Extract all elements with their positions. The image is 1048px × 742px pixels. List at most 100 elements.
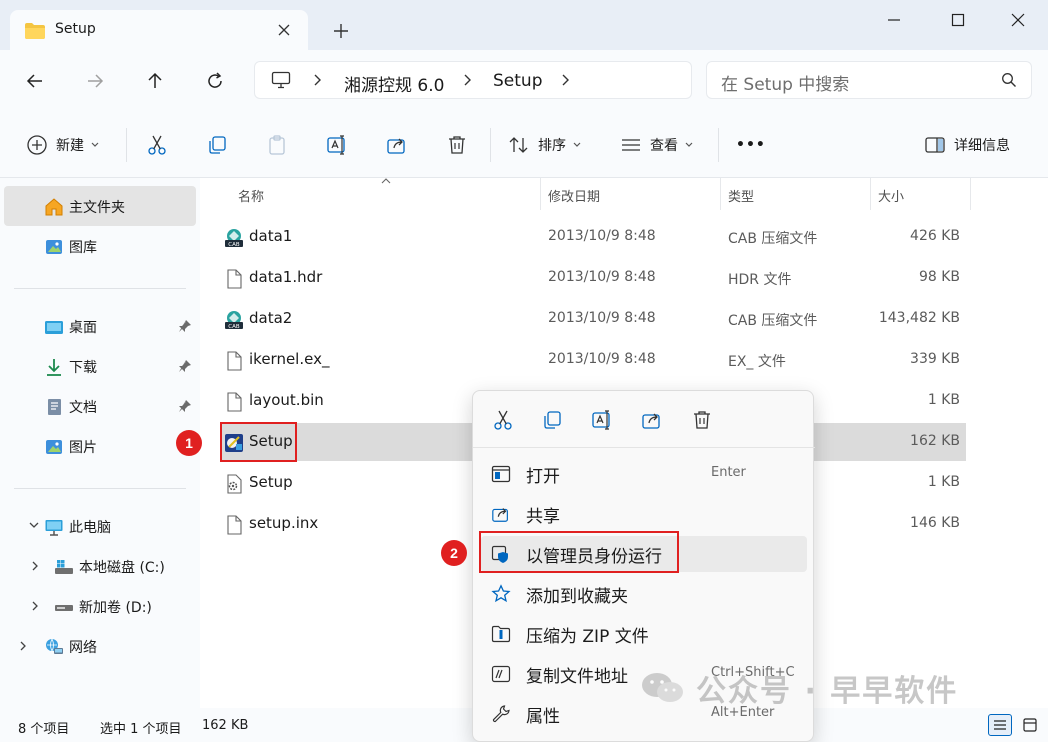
column-header-name[interactable]: 名称 (238, 186, 264, 205)
column-header-modified[interactable]: 修改日期 (548, 186, 600, 205)
menu-item-label: 压缩为 ZIP 文件 (526, 627, 649, 647)
download-icon (47, 359, 61, 376)
file-size: 98 KB (918, 269, 960, 285)
new-button[interactable]: 新建 (26, 132, 100, 158)
title-bar: Setup (0, 0, 1048, 50)
paste-button[interactable] (266, 132, 288, 158)
menu-item-compress-zip[interactable]: 压缩为 ZIP 文件 (481, 616, 807, 652)
menu-item-open[interactable]: 打开 Enter (481, 456, 807, 492)
sidebar-item-drive-c[interactable]: 本地磁盘 (C:) (4, 546, 196, 586)
sidebar-item-network[interactable]: 网络 (4, 626, 196, 666)
refresh-icon[interactable] (202, 68, 228, 94)
details-pane-icon (925, 137, 945, 153)
menu-item-label: 添加到收藏夹 (526, 587, 628, 607)
sidebar-item-label: 主文件夹 (69, 200, 125, 216)
chevron-right-icon[interactable] (461, 73, 473, 87)
delete-button[interactable] (446, 132, 468, 158)
rename-icon[interactable] (587, 405, 617, 435)
view-button[interactable]: 查看 (620, 132, 694, 158)
details-button[interactable]: 详细信息 (924, 132, 1010, 158)
menu-item-label: 共享 (526, 507, 560, 527)
sidebar-item-downloads[interactable]: 下载 (4, 346, 196, 386)
minimize-icon[interactable] (874, 6, 914, 34)
chevron-down-icon (573, 142, 581, 147)
table-row[interactable]: CAB data1 2013/10/9 8:48 CAB 压缩文件 426 KB (220, 218, 966, 256)
close-tab-icon[interactable] (274, 20, 294, 40)
cut-icon[interactable] (488, 405, 518, 435)
copy-icon[interactable] (537, 405, 567, 435)
up-icon[interactable] (142, 68, 168, 94)
sidebar-item-desktop[interactable]: 桌面 (4, 306, 196, 346)
sidebar-item-this-pc[interactable]: 此电脑 (4, 506, 196, 546)
table-row[interactable]: data1.hdr 2013/10/9 8:48 HDR 文件 98 KB (220, 259, 966, 297)
tiles-view-icon[interactable] (1018, 714, 1042, 736)
file-type: CAB 压缩文件 (728, 231, 818, 247)
column-divider[interactable] (540, 178, 541, 210)
new-tab-icon[interactable] (330, 20, 352, 42)
separator (490, 128, 491, 162)
forward-icon[interactable] (82, 68, 108, 94)
sort-button[interactable]: 排序 (508, 132, 582, 158)
maximize-icon[interactable] (938, 6, 978, 34)
more-button[interactable]: ••• (736, 132, 766, 158)
rename-button[interactable] (326, 132, 348, 158)
scissors-icon (148, 135, 166, 155)
step-badge-2: 2 (441, 540, 467, 566)
menu-item-share[interactable]: 共享 (481, 496, 807, 532)
trash-icon[interactable] (687, 405, 717, 435)
desktop-icon (45, 321, 63, 334)
column-divider[interactable] (970, 178, 971, 210)
close-window-icon[interactable] (998, 6, 1038, 34)
sidebar-item-label: 新加卷 (D:) (79, 600, 152, 616)
separator (14, 288, 186, 289)
pin-icon (179, 320, 191, 332)
file-date: 2013/10/9 8:48 (548, 310, 656, 326)
search-input[interactable]: 在 Setup 中搜索 (706, 61, 1032, 99)
back-icon[interactable] (22, 68, 48, 94)
menu-item-label: 打开 (526, 467, 560, 487)
share-button[interactable] (386, 132, 408, 158)
column-divider[interactable] (870, 178, 871, 210)
computer-icon (45, 520, 63, 536)
share-icon[interactable] (637, 405, 667, 435)
chevron-right-icon[interactable] (311, 73, 323, 87)
watermark: 公众号 · 早早软件 (640, 668, 959, 709)
tab-setup[interactable]: Setup (10, 10, 308, 50)
plus-circle-icon (27, 135, 47, 155)
menu-item-add-favorites[interactable]: 添加到收藏夹 (481, 576, 807, 612)
file-name: Setup (249, 473, 293, 491)
copy-button[interactable] (206, 132, 228, 158)
separator (718, 128, 719, 162)
cut-button[interactable] (146, 132, 168, 158)
column-divider[interactable] (720, 178, 721, 210)
sidebar-item-label: 图片 (69, 440, 97, 456)
sidebar-item-label: 桌面 (69, 320, 97, 336)
column-header-size[interactable]: 大小 (878, 186, 904, 205)
chevron-right-icon[interactable] (559, 73, 571, 87)
svg-text:CAB: CAB (228, 324, 240, 330)
details-view-icon[interactable] (988, 714, 1012, 736)
zip-folder-icon (491, 625, 511, 643)
sidebar-item-home[interactable]: 主文件夹 (4, 186, 196, 226)
breadcrumb-setup[interactable]: Setup (493, 71, 542, 91)
sidebar-item-gallery[interactable]: 图库 (4, 226, 196, 266)
table-row[interactable]: ikernel.ex_ 2013/10/9 8:48 EX_ 文件 339 KB (220, 341, 966, 379)
sidebar-item-pictures[interactable]: 图片 (4, 426, 196, 466)
file-size: 339 KB (910, 351, 960, 367)
column-header-type[interactable]: 类型 (728, 186, 754, 205)
sidebar-item-label: 图库 (69, 240, 97, 256)
watermark-text: 公众号 · 早早软件 (696, 674, 959, 709)
sidebar-item-drive-d[interactable]: 新加卷 (D:) (4, 586, 196, 626)
chevron-right-icon (32, 601, 38, 611)
settings-file-icon (227, 474, 242, 494)
file-size: 146 KB (910, 515, 960, 531)
sidebar-item-documents[interactable]: 文档 (4, 386, 196, 426)
step-badge-1: 1 (176, 430, 202, 456)
address-bar[interactable]: 湘源控规 6.0 Setup (254, 61, 692, 99)
navigation-pane: 主文件夹 图库 桌面 下载 文档 图片 此电脑 本地磁盘 (C:) 新加卷 (D… (0, 178, 200, 708)
file-type: HDR 文件 (728, 272, 792, 288)
sort-label: 排序 (538, 138, 566, 154)
table-row[interactable]: CAB data2 2013/10/9 8:48 CAB 压缩文件 143,48… (220, 300, 966, 338)
file-date: 2013/10/9 8:48 (548, 351, 656, 367)
breadcrumb-xiangyuan[interactable]: 湘源控规 6.0 (344, 71, 444, 96)
